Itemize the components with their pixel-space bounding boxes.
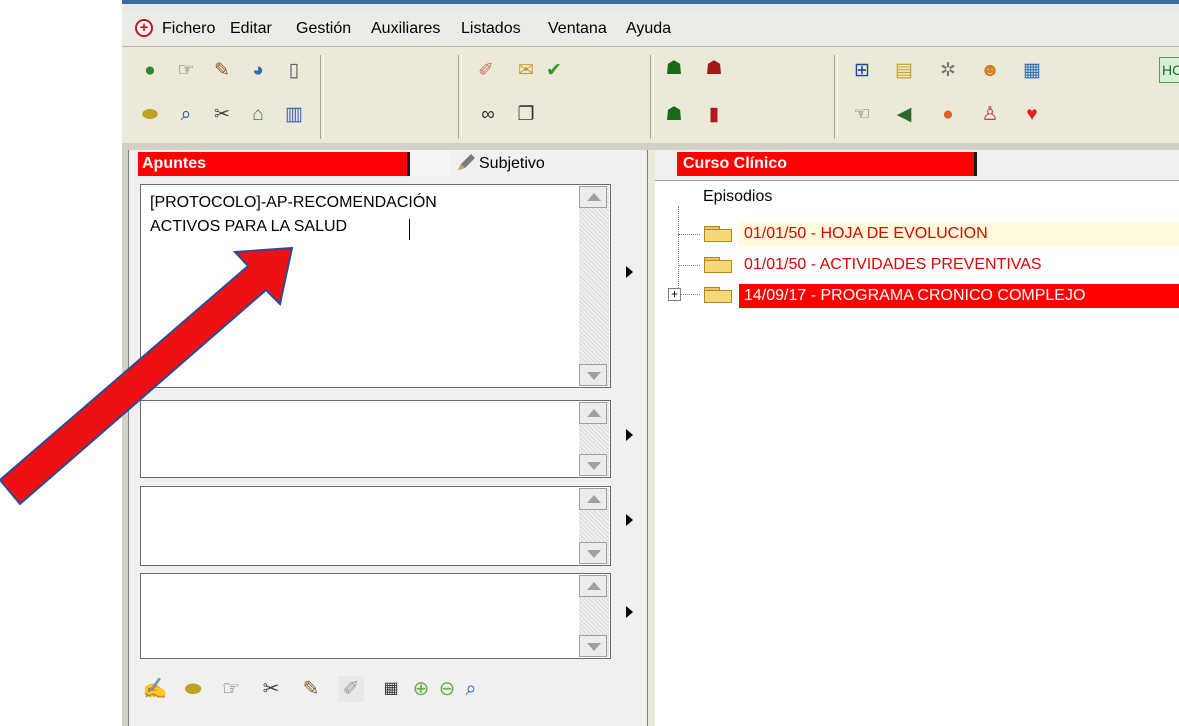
toolbar-separator: [650, 55, 654, 139]
expand-arrow-icon[interactable]: [626, 606, 633, 618]
red-book-icon[interactable]: ▮: [702, 103, 726, 127]
expand-arrow-icon[interactable]: [626, 429, 633, 441]
toolbar-separator: [458, 55, 462, 139]
heart-icon[interactable]: ♥: [1020, 103, 1044, 127]
family-icon[interactable]: ♙: [978, 103, 1002, 127]
toolbar: ● ☞ ✎ ◕ ▯ ✐ ✉ ✔ ☗ ☗ ⊞ ▤ ✲ ☻ ▦ HCE ⬬ ⌕ ✂ …: [122, 47, 1179, 143]
folder-icon: [704, 255, 734, 273]
tab-apuntes[interactable]: Apuntes: [138, 152, 410, 176]
notebook-pen-icon[interactable]: ✎: [298, 676, 324, 702]
scroll-down-button[interactable]: [579, 364, 607, 386]
note-editor-4[interactable]: [140, 573, 611, 659]
scroll-down-button[interactable]: [579, 542, 607, 564]
pencil-icon: [458, 154, 475, 170]
folder-icon: [704, 285, 734, 303]
write-icon[interactable]: ✍: [142, 676, 168, 702]
user-search-icon[interactable]: ☗: [662, 103, 686, 127]
scrollbar[interactable]: [579, 402, 609, 476]
gear-search-icon[interactable]: ✲: [936, 59, 960, 83]
search-folder-icon[interactable]: ⌕: [458, 676, 484, 702]
menu-editar[interactable]: Editar: [230, 20, 272, 38]
pill-icon[interactable]: ⬬: [180, 676, 206, 702]
toolbar-separator: [834, 55, 838, 139]
user-group-red-icon[interactable]: ☗: [702, 57, 726, 81]
scrollbar[interactable]: [579, 488, 609, 564]
scroll-up-button[interactable]: [579, 575, 607, 597]
notebook-pen-icon[interactable]: ✎: [210, 59, 234, 83]
folder-icon: [704, 224, 734, 242]
remove-circle-icon[interactable]: ⊖: [434, 676, 460, 702]
chain-link-icon[interactable]: ∞: [476, 103, 500, 127]
apple-icon[interactable]: ●: [936, 103, 960, 127]
clap-folder-icon[interactable]: ✉: [514, 59, 538, 83]
pointing-hand-icon[interactable]: ☞: [218, 676, 244, 702]
factory-icon[interactable]: ▥: [282, 103, 306, 127]
menu-ayuda[interactable]: Ayuda: [626, 20, 671, 38]
document-icon[interactable]: ▯: [282, 59, 306, 83]
tree-item-episode[interactable]: 01/01/50 - ACTIVIDADES PREVENTIVAS: [739, 253, 1042, 277]
hce-button[interactable]: HCE: [1159, 57, 1179, 83]
tree-expand-icon[interactable]: +: [668, 288, 681, 301]
scroll-up-button[interactable]: [579, 186, 607, 208]
tree-item-episode-selected[interactable]: 14/09/17 - PROGRAMA CRONICO COMPLEJO: [739, 284, 1179, 308]
pointing-hand-icon[interactable]: ☞: [174, 59, 198, 83]
tree-line: [678, 265, 700, 266]
check-folder-icon[interactable]: ✔: [542, 59, 566, 83]
books-icon[interactable]: ▤: [892, 59, 916, 83]
magnifier-icon[interactable]: ⌕: [174, 103, 198, 127]
annotation-arrow-icon: [0, 246, 294, 506]
menu-fichero[interactable]: Fichero: [162, 20, 215, 38]
tab-curso-clinico[interactable]: Curso Clínico: [677, 152, 977, 176]
speaker-icon[interactable]: ◀: [892, 103, 916, 127]
tree-root-episodios[interactable]: Episodios: [703, 188, 772, 206]
home-people-icon[interactable]: ⌂: [246, 103, 270, 127]
scrollbar[interactable]: [579, 575, 609, 657]
scrollbar[interactable]: [579, 186, 609, 386]
menu-bar: + Fichero Editar Gestión Auxiliares List…: [122, 12, 1179, 47]
expand-arrow-icon[interactable]: [626, 514, 633, 526]
scroll-down-button[interactable]: [579, 454, 607, 476]
tree-line: [680, 294, 700, 295]
tree-line: [678, 234, 700, 235]
scroll-down-button[interactable]: [579, 635, 607, 657]
toolbar-separator: [320, 55, 324, 139]
pill-icon[interactable]: ⬬: [138, 103, 162, 127]
menu-listados[interactable]: Listados: [461, 20, 521, 38]
hand-back-icon[interactable]: ☜: [850, 103, 874, 127]
text-cursor: [409, 219, 410, 240]
tree-item-episode[interactable]: 01/01/50 - HOJA DE EVOLUCION: [739, 222, 1179, 246]
globe-refresh-icon[interactable]: ●: [138, 59, 162, 83]
scroll-up-button[interactable]: [579, 402, 607, 424]
app-logo-icon[interactable]: +: [135, 19, 153, 37]
network-tree-icon[interactable]: ⊞: [850, 59, 874, 83]
pin-disabled-icon[interactable]: ✐: [474, 59, 498, 83]
document-user-icon[interactable]: ▦: [1020, 59, 1044, 83]
scroll-up-button[interactable]: [579, 488, 607, 510]
calculator-icon[interactable]: ▦: [378, 676, 404, 702]
title-bar: [122, 0, 1179, 12]
user-group-green-icon[interactable]: ☗: [662, 57, 686, 81]
tree-line: [678, 206, 680, 294]
add-circle-icon[interactable]: ⊕: [408, 676, 434, 702]
expand-arrow-icon[interactable]: [626, 266, 633, 278]
tools-icon[interactable]: ✂: [210, 103, 234, 127]
folders-icon[interactable]: ❐: [514, 103, 538, 127]
tab-subjetivo[interactable]: Subjetivo: [479, 155, 545, 173]
people-icon[interactable]: ☻: [978, 59, 1002, 83]
globe-icon[interactable]: ◕: [246, 59, 270, 83]
menu-auxiliares[interactable]: Auxiliares: [371, 20, 440, 38]
menu-ventana[interactable]: Ventana: [548, 20, 607, 38]
syringe-icon[interactable]: ✐: [338, 676, 364, 702]
tools-icon[interactable]: ✂: [258, 676, 284, 702]
menu-gestion[interactable]: Gestión: [296, 20, 351, 38]
